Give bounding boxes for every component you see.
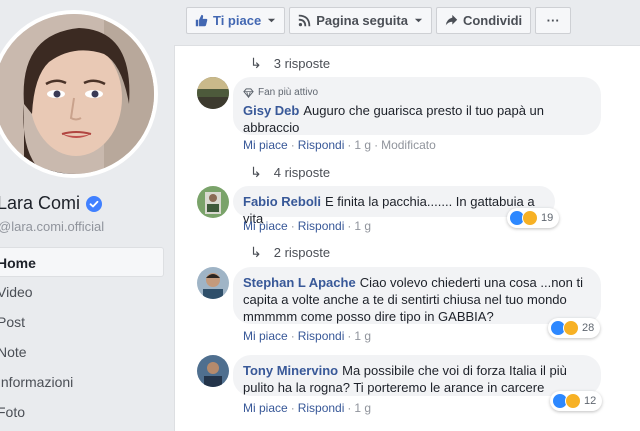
- comment-timestamp[interactable]: 1 g: [354, 401, 371, 415]
- page-name[interactable]: Lara Comi: [0, 193, 103, 214]
- reply-comment-link[interactable]: Rispondi: [298, 138, 345, 152]
- commenter-avatar[interactable]: [197, 267, 229, 299]
- comment-actions: Mi piace · Rispondi · 1 g: [243, 219, 372, 233]
- top-fan-badge: Fan più attivo: [243, 84, 589, 101]
- comment-bubble: Fabio Reboli E finita la pacchia....... I…: [233, 186, 555, 226]
- haha-reaction-icon: [522, 210, 538, 226]
- like-comment-link[interactable]: Mi piace: [243, 401, 288, 415]
- comment-author[interactable]: Tony Minervino: [243, 363, 338, 378]
- more-dots-icon: ···: [546, 13, 560, 28]
- comment-timestamp[interactable]: 1 g: [354, 138, 371, 152]
- nav-item-home[interactable]: Home: [0, 247, 164, 277]
- comment-author[interactable]: Gisy Deb: [243, 103, 299, 118]
- diamond-icon: [243, 87, 254, 98]
- commenter-avatar[interactable]: [197, 186, 229, 218]
- verified-badge-icon: [86, 195, 103, 212]
- share-page-button[interactable]: Condividi: [435, 7, 532, 34]
- nav-item-foto[interactable]: Foto: [0, 397, 164, 427]
- reactions-summary[interactable]: 28: [548, 318, 601, 338]
- reactions-summary[interactable]: 12: [550, 391, 603, 411]
- comment-bubble: Tony Minervino Ma possibile che voi di fo…: [233, 355, 601, 396]
- comment-actions: Mi piace · Rispondi · 1 g: [243, 401, 372, 415]
- haha-reaction-icon: [565, 393, 581, 409]
- reply-comment-link[interactable]: Rispondi: [298, 219, 345, 233]
- thumbs-up-icon: [195, 14, 208, 27]
- profile-photo[interactable]: [0, 10, 158, 178]
- commenter-avatar[interactable]: [197, 355, 229, 387]
- chevron-down-icon: [268, 18, 276, 23]
- reply-comment-link[interactable]: Rispondi: [298, 401, 345, 415]
- share-arrow-icon: [445, 14, 458, 26]
- page-action-bar: Ti piace Pagina seguita Condividi ···: [186, 7, 575, 34]
- reactions-summary[interactable]: 19: [507, 208, 560, 228]
- comment-author[interactable]: Fabio Reboli: [243, 194, 321, 209]
- like-comment-link[interactable]: Mi piace: [243, 219, 288, 233]
- like-page-button[interactable]: Ti piace: [186, 7, 286, 34]
- nav-item-post[interactable]: Post: [0, 307, 164, 337]
- comment-actions: Mi piace · Rispondi · 1 g · Modificato: [243, 138, 436, 152]
- comment-timestamp[interactable]: 1 g: [354, 219, 371, 233]
- comment-bubble: Stephan L Apache Ciao volevo chiederti un…: [233, 267, 601, 324]
- nav-item-video[interactable]: Video: [0, 277, 164, 307]
- comment-bubble: Fan più attivo Gisy Deb Auguro che guaris…: [233, 77, 601, 135]
- edited-label[interactable]: Modificato: [381, 138, 436, 152]
- page-nav: Home Video Post Note Informazioni Foto: [0, 247, 164, 427]
- view-replies-link[interactable]: ↳ 3 risposte: [250, 55, 330, 72]
- chevron-down-icon: [414, 18, 423, 23]
- commenter-avatar[interactable]: [197, 77, 229, 109]
- like-comment-link[interactable]: Mi piace: [243, 329, 288, 343]
- nav-item-note[interactable]: Note: [0, 337, 164, 367]
- rss-icon: [298, 14, 311, 27]
- like-comment-link[interactable]: Mi piace: [243, 138, 288, 152]
- reply-arrow-icon: ↳: [250, 55, 262, 71]
- page-handle[interactable]: @lara.comi.official: [0, 219, 104, 234]
- comment-timestamp[interactable]: 1 g: [354, 329, 371, 343]
- comment-author[interactable]: Stephan L Apache: [243, 275, 356, 290]
- reply-arrow-icon: ↳: [250, 164, 262, 180]
- haha-reaction-icon: [563, 320, 579, 336]
- nav-item-informazioni[interactable]: Informazioni: [0, 367, 164, 397]
- page-sidebar: Lara Comi @lara.comi.official Home Video…: [0, 0, 174, 431]
- comment-actions: Mi piace · Rispondi · 1 g: [243, 329, 372, 343]
- more-options-button[interactable]: ···: [535, 7, 572, 34]
- view-replies-link[interactable]: ↳ 2 risposte: [250, 244, 330, 261]
- reply-arrow-icon: ↳: [250, 244, 262, 260]
- view-replies-link[interactable]: ↳ 4 risposte: [250, 164, 330, 181]
- reply-comment-link[interactable]: Rispondi: [298, 329, 345, 343]
- follow-page-button[interactable]: Pagina seguita: [289, 7, 432, 34]
